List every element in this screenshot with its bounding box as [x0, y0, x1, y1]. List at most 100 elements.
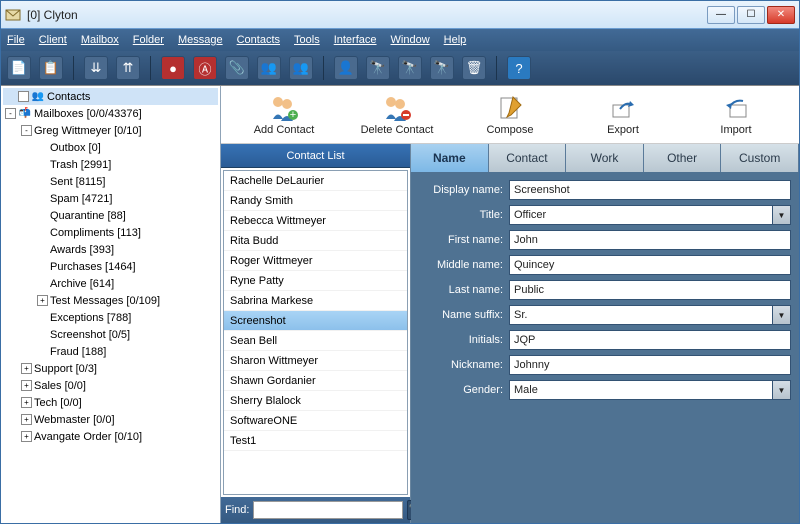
contact-list-item[interactable]: Sharon Wittmeyer: [224, 351, 407, 371]
tree-item[interactable]: +Test Messages [0/109]: [3, 292, 218, 309]
contact-list-item[interactable]: Roger Wittmeyer: [224, 251, 407, 271]
expand-icon[interactable]: +: [21, 431, 32, 442]
add-contact-button[interactable]: +Add Contact: [239, 94, 329, 136]
tree-item[interactable]: Trash [2991]: [3, 156, 218, 173]
tree-item[interactable]: +Webmaster [0/0]: [3, 411, 218, 428]
tool-binoculars-icon[interactable]: 🔭: [366, 56, 390, 80]
middle-name-field[interactable]: [509, 255, 791, 275]
delete-contact-button[interactable]: Delete Contact: [352, 94, 442, 136]
import-button[interactable]: Import: [691, 94, 781, 136]
tree-item[interactable]: Exceptions [788]: [3, 309, 218, 326]
minimize-button[interactable]: —: [707, 6, 735, 24]
collapse-icon[interactable]: -: [21, 125, 32, 136]
tool-people-add-icon[interactable]: 👥: [257, 56, 281, 80]
tree-item[interactable]: 👥Contacts: [3, 88, 218, 105]
chevron-down-icon[interactable]: ▼: [773, 380, 791, 400]
tab-work[interactable]: Work: [566, 144, 644, 172]
tree-item[interactable]: +Tech [0/0]: [3, 394, 218, 411]
menu-folder[interactable]: Folder: [133, 34, 164, 46]
tree-item[interactable]: Compliments [113]: [3, 224, 218, 241]
export-icon: [608, 94, 638, 122]
tab-other[interactable]: Other: [644, 144, 722, 172]
tree-item[interactable]: Spam [4721]: [3, 190, 218, 207]
tool-record-icon[interactable]: ●: [161, 56, 185, 80]
delete-contact-icon: [382, 94, 412, 122]
contact-list-item[interactable]: Ryne Patty: [224, 271, 407, 291]
export-button[interactable]: Export: [578, 94, 668, 136]
menu-client[interactable]: Client: [39, 34, 67, 46]
expand-icon[interactable]: +: [37, 295, 48, 306]
tool-spellcheck-icon[interactable]: Ⓐ: [193, 56, 217, 80]
contact-list[interactable]: Rachelle DeLaurierRandy SmithRebecca Wit…: [223, 170, 408, 495]
collapse-icon[interactable]: -: [5, 108, 16, 119]
contact-list-item[interactable]: Sabrina Markese: [224, 291, 407, 311]
tool-find-prev-icon[interactable]: 🔭: [398, 56, 422, 80]
first-name-field[interactable]: [509, 230, 791, 250]
tree-item[interactable]: Outbox [0]: [3, 139, 218, 156]
menu-window[interactable]: Window: [391, 34, 430, 46]
maximize-button[interactable]: ☐: [737, 6, 765, 24]
menu-help[interactable]: Help: [444, 34, 467, 46]
tab-custom[interactable]: Custom: [721, 144, 799, 172]
tree-item[interactable]: -📬Mailboxes [0/0/43376]: [3, 105, 218, 122]
tree-item[interactable]: Quarantine [88]: [3, 207, 218, 224]
menu-tools[interactable]: Tools: [294, 34, 320, 46]
name-suffix-field[interactable]: [509, 305, 773, 325]
tool-insert-icon[interactable]: 📎: [225, 56, 249, 80]
contact-list-item[interactable]: Screenshot: [224, 311, 407, 331]
menu-file[interactable]: File: [7, 34, 25, 46]
tool-copy-icon[interactable]: 📋: [39, 56, 63, 80]
expand-icon[interactable]: +: [21, 363, 32, 374]
tool-sync-up-icon[interactable]: ⇈: [116, 56, 140, 80]
menu-message[interactable]: Message: [178, 34, 223, 46]
tree-item[interactable]: Awards [393]: [3, 241, 218, 258]
tree-item[interactable]: Sent [8115]: [3, 173, 218, 190]
tool-help-icon[interactable]: ?: [507, 56, 531, 80]
tree-item[interactable]: +Support [0/3]: [3, 360, 218, 377]
contact-list-item[interactable]: Test1: [224, 431, 407, 451]
tool-people-tag-icon[interactable]: 👥: [289, 56, 313, 80]
tree-item[interactable]: Purchases [1464]: [3, 258, 218, 275]
tool-find-next-icon[interactable]: 🔭: [430, 56, 454, 80]
tab-contact[interactable]: Contact: [489, 144, 567, 172]
checkbox[interactable]: [18, 91, 29, 102]
chevron-down-icon[interactable]: ▼: [773, 205, 791, 225]
tree-item[interactable]: -Greg Wittmeyer [0/10]: [3, 122, 218, 139]
display-name-field[interactable]: [509, 180, 791, 200]
contact-list-item[interactable]: Sherry Blalock: [224, 391, 407, 411]
contact-list-item[interactable]: Shawn Gordanier: [224, 371, 407, 391]
menu-mailbox[interactable]: Mailbox: [81, 34, 119, 46]
menu-interface[interactable]: Interface: [334, 34, 377, 46]
contact-list-item[interactable]: Sean Bell: [224, 331, 407, 351]
gender-field[interactable]: [509, 380, 773, 400]
expand-icon[interactable]: +: [21, 414, 32, 425]
compose-button[interactable]: Compose: [465, 94, 555, 136]
title-field[interactable]: [509, 205, 773, 225]
expand-icon[interactable]: +: [21, 380, 32, 391]
menu-contacts[interactable]: Contacts: [237, 34, 280, 46]
add-contact-icon: +: [269, 94, 299, 122]
find-input[interactable]: [253, 501, 403, 519]
folder-tree[interactable]: 👥Contacts-📬Mailboxes [0/0/43376]-Greg Wi…: [1, 86, 221, 523]
tab-name[interactable]: Name: [411, 144, 489, 172]
contact-list-item[interactable]: Rachelle DeLaurier: [224, 171, 407, 191]
tool-new-icon[interactable]: 📄: [7, 56, 31, 80]
contact-list-item[interactable]: SoftwareONE: [224, 411, 407, 431]
tree-item[interactable]: Fraud [188]: [3, 343, 218, 360]
tool-trash-icon[interactable]: 🗑: [462, 56, 486, 80]
contact-list-item[interactable]: Randy Smith: [224, 191, 407, 211]
tree-item[interactable]: Archive [614]: [3, 275, 218, 292]
close-button[interactable]: ✕: [767, 6, 795, 24]
tree-item[interactable]: Screenshot [0/5]: [3, 326, 218, 343]
expand-icon[interactable]: +: [21, 397, 32, 408]
initials-field[interactable]: [509, 330, 791, 350]
tool-sync-down-icon[interactable]: ⇊: [84, 56, 108, 80]
tool-contact-icon[interactable]: 👤: [334, 56, 358, 80]
tree-item[interactable]: +Sales [0/0]: [3, 377, 218, 394]
chevron-down-icon[interactable]: ▼: [773, 305, 791, 325]
last-name-field[interactable]: [509, 280, 791, 300]
contact-list-item[interactable]: Rita Budd: [224, 231, 407, 251]
tree-item[interactable]: +Avangate Order [0/10]: [3, 428, 218, 445]
nickname-field[interactable]: [509, 355, 791, 375]
contact-list-item[interactable]: Rebecca Wittmeyer: [224, 211, 407, 231]
